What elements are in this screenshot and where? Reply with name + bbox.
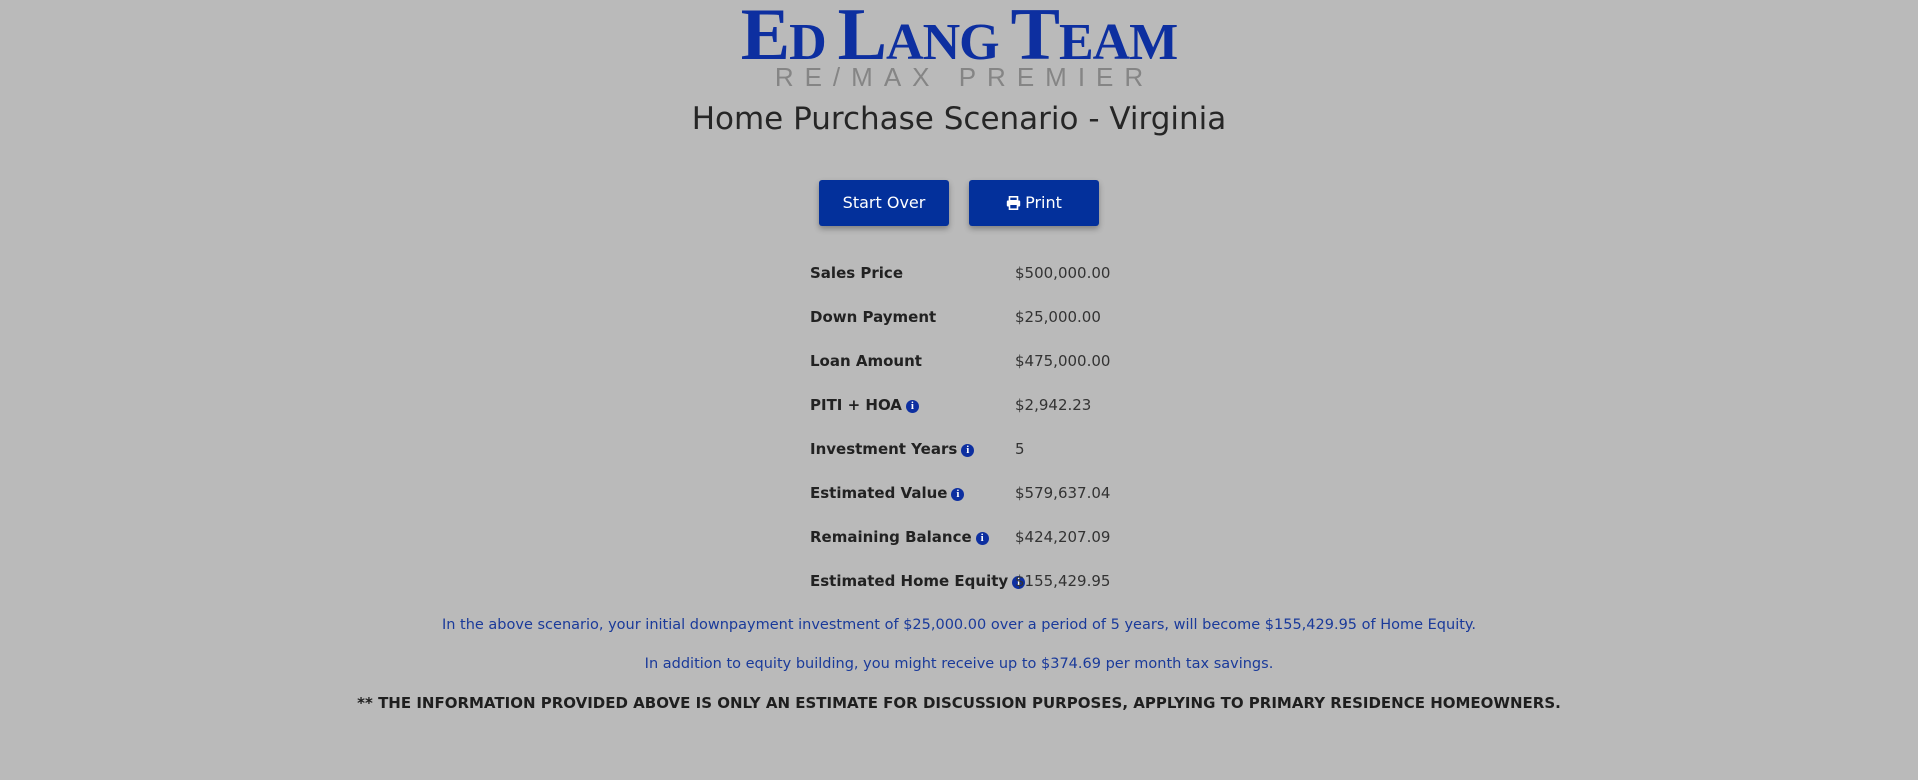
summary-label: Remaining Balance i xyxy=(810,523,989,551)
summary-row-sales-price: Sales Price $500,000.00 xyxy=(810,259,1150,303)
info-icon[interactable]: i xyxy=(951,488,965,501)
printer-icon xyxy=(1006,182,1021,228)
print-label: Print xyxy=(1025,193,1062,212)
logo-subtitle: RE/MAX PREMIER xyxy=(774,62,1155,92)
start-over-label: Start Over xyxy=(842,193,926,212)
summary-value: $579,637.04 xyxy=(1015,484,1111,502)
summary-label: Estimated Home Equity i xyxy=(810,567,1026,595)
summary-label: Down Payment xyxy=(810,308,937,326)
scenario-summary: Sales Price $500,000.00 Down Payment $25… xyxy=(810,259,1150,611)
summary-label: Estimated Value i xyxy=(810,479,965,507)
summary-label: Sales Price xyxy=(810,264,903,282)
summary-value: $475,000.00 xyxy=(1015,352,1111,370)
summary-value: 5 xyxy=(1015,440,1025,458)
info-icon[interactable]: i xyxy=(961,444,975,457)
summary-label: PITI + HOA i xyxy=(810,391,919,419)
tax-savings-text: In addition to equity building, you migh… xyxy=(644,656,1274,672)
summary-label: Investment Years i xyxy=(810,435,975,463)
summary-row-investment-years: Investment Years i 5 xyxy=(810,435,1150,479)
summary-value: $424,207.09 xyxy=(1015,528,1111,546)
company-logo: ED LANG TEAM RE/MAX PREMIER xyxy=(0,0,1918,92)
print-button[interactable]: Print xyxy=(969,180,1099,226)
summary-row-remaining-balance: Remaining Balance i $424,207.09 xyxy=(810,523,1150,567)
summary-row-piti-hoa: PITI + HOA i $2,942.23 xyxy=(810,391,1150,435)
equity-summary-text: In the above scenario, your initial down… xyxy=(441,617,1477,633)
info-icon[interactable]: i xyxy=(905,400,919,413)
summary-label: Loan Amount xyxy=(810,352,922,370)
summary-value: $500,000.00 xyxy=(1015,264,1111,282)
summary-value: $155,429.95 xyxy=(1015,572,1111,590)
summary-row-down-payment: Down Payment $25,000.00 xyxy=(810,303,1150,347)
info-icon[interactable]: i xyxy=(975,532,989,545)
start-over-button[interactable]: Start Over xyxy=(819,180,949,226)
summary-value: $25,000.00 xyxy=(1015,308,1101,326)
summary-value: $2,942.23 xyxy=(1015,396,1092,414)
page: ED LANG TEAM RE/MAX PREMIER Home Purchas… xyxy=(0,0,1918,780)
summary-row-loan-amount: Loan Amount $475,000.00 xyxy=(810,347,1150,391)
summary-row-estimated-home-equity: Estimated Home Equity i $155,429.95 xyxy=(810,567,1150,611)
page-title: Home Purchase Scenario - Virginia xyxy=(691,101,1227,137)
summary-row-estimated-value: Estimated Value i $579,637.04 xyxy=(810,479,1150,523)
disclaimer-text: ** THE INFORMATION PROVIDED ABOVE IS ONL… xyxy=(357,694,1561,712)
